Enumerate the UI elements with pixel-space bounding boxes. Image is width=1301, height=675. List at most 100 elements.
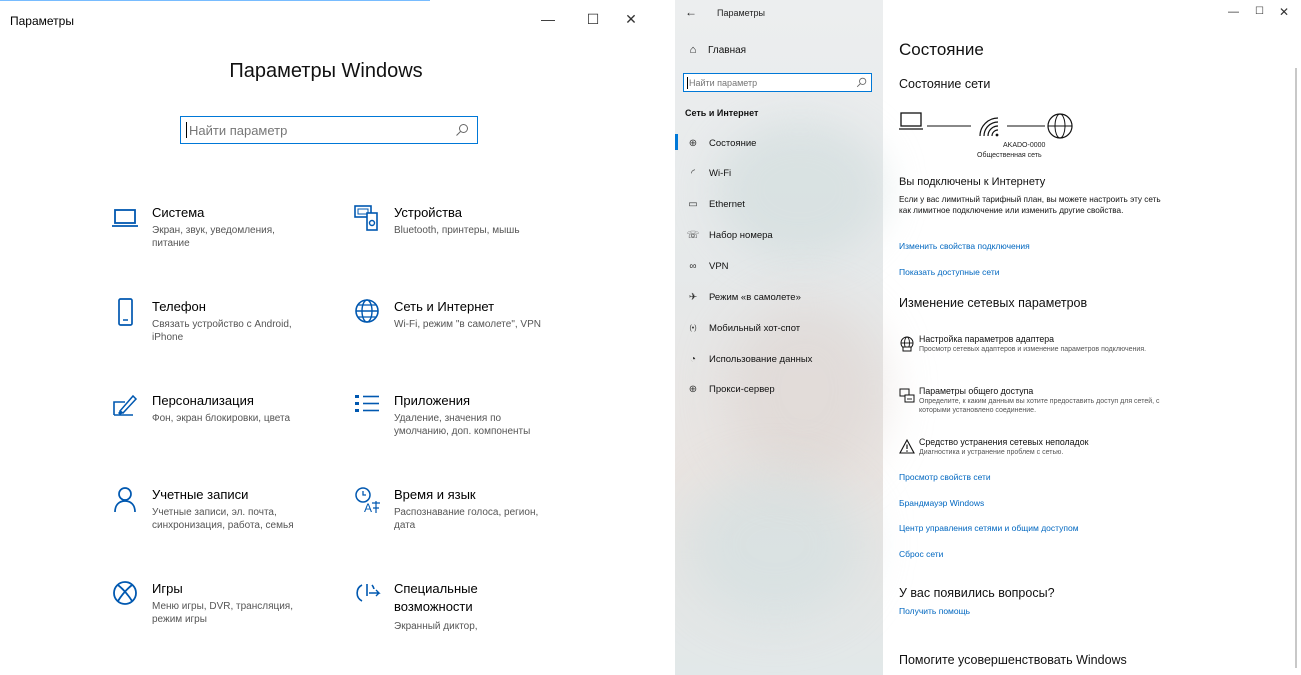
search-icon[interactable] [856,77,867,88]
sidebar-item-status[interactable]: ⊕ Состояние [675,130,883,156]
questions-heading: У вас появились вопросы? [899,586,1055,600]
tile-apps[interactable]: Приложения Удаление, значения по умолчан… [350,392,590,462]
search-box[interactable] [180,116,478,144]
tile-title: Телефон [152,299,206,314]
network-reset-link[interactable]: Сброс сети [899,549,943,559]
accessibility-icon [350,580,384,614]
sidebar-item-label: Набор номера [709,229,773,241]
search-icon[interactable] [455,123,469,137]
page-title: Параметры Windows [229,60,423,82]
page-title: Состояние [899,40,984,59]
window-top-border [0,0,430,1]
airplane-icon: ✈ [688,291,698,303]
person-icon [108,486,142,520]
connection-status-heading: Вы подключены к Интернету [899,176,1046,188]
tile-system[interactable]: Система Экран, звук, уведомления, питани… [108,204,348,274]
tile-description: Фон, экран блокировки, цвета [152,413,291,424]
network-sharing-center-link[interactable]: Центр управления сетями и общим доступом [899,523,1079,533]
wifi-signal-icon [979,117,999,137]
view-network-properties-link[interactable]: Просмотр свойств сети [899,472,991,482]
option-title: Настройка параметров адаптера [919,334,1055,344]
sidebar-search-box[interactable] [683,73,872,92]
option-title: Средство устранения сетевых неполадок [919,437,1089,447]
sidebar-item-wifi[interactable]: ◜ Wi-Fi [675,160,883,186]
maximize-button[interactable]: ☐ [578,8,608,30]
active-indicator [675,134,678,150]
tile-title: Специальные возможности [394,581,478,614]
sidebar-item-hotspot[interactable]: (•) Мобильный хот-спот [675,315,883,341]
section-heading: Состояние сети [899,77,991,91]
tile-description: Экранный диктор, [394,621,478,632]
network-type: Общественная сеть [977,152,1042,159]
tile-title: Система [152,205,205,220]
tile-description: Распознавание голоса, регион, дата [394,507,539,531]
sidebar-item-label: VPN [709,260,729,272]
tile-network[interactable]: Сеть и Интернет Wi-Fi, режим "в самолете… [350,298,590,368]
sidebar-item-label: Прокси-сервер [709,383,775,395]
tile-time-language[interactable]: A Время и язык Распознавание голоса, рег… [350,486,590,556]
sidebar-item-label: Состояние [709,137,757,149]
tile-gaming[interactable]: Игры Меню игры, DVR, трансляция, режим и… [108,580,348,650]
adapter-icon [900,336,914,352]
option-description: Диагностика и устранение проблем с сетью… [919,449,1064,456]
sidebar-item-dialup[interactable]: ☏ Набор номера [675,222,883,248]
sidebar-item-ethernet[interactable]: ▭ Ethernet [675,191,883,217]
tile-accessibility[interactable]: Специальные возможности Экранный диктор, [350,580,590,650]
maximize-button[interactable]: ☐ [1255,6,1264,17]
close-button[interactable]: ✕ [616,8,646,30]
tile-title: Время и язык [394,487,476,502]
sidebar-item-vpn[interactable]: ∞ VPN [675,253,883,279]
search-input[interactable] [189,122,449,139]
sidebar-item-data-usage[interactable]: ◔ Использование данных [675,346,883,372]
minimize-button[interactable]: — [533,8,563,30]
hotspot-icon: (•) [689,324,697,332]
sidebar-item-home[interactable]: ⌂ Главная [687,44,746,56]
ethernet-icon: ▭ [688,198,698,210]
tile-title: Приложения [394,393,471,408]
sharing-icon [899,388,915,403]
status-icon: ⊕ [688,137,698,149]
computer-icon [899,112,923,130]
text-caret [186,122,187,138]
option-description: Просмотр сетевых адаптеров и изменение п… [919,346,1147,353]
settings-home-window: Параметры — ☐ ✕ Параметры Windows Систем… [0,0,652,675]
window-title: Параметры [10,14,74,28]
brush-icon [108,392,142,426]
laptop-icon [108,204,142,238]
tile-devices[interactable]: Устройства Bluetooth, принтеры, мышь [350,204,590,274]
back-arrow-icon[interactable]: ← [685,5,697,19]
sidebar-item-airplane[interactable]: ✈ Режим «в самолете» [675,284,883,310]
close-button[interactable]: ✕ [1279,5,1289,19]
time-language-icon: A [350,486,384,520]
sidebar-item-label: Ethernet [709,198,745,210]
vpn-icon: ∞ [689,260,697,272]
tile-description: Wi-Fi, режим "в самолете", VPN [394,319,541,330]
globe-icon [350,298,384,332]
tile-phone[interactable]: Телефон Связать устройство с Android, iP… [108,298,348,368]
tile-personalization[interactable]: Персонализация Фон, экран блокировки, цв… [108,392,348,462]
tile-accounts[interactable]: Учетные записи Учетные записи, эл. почта… [108,486,348,556]
scrollbar[interactable] [1295,68,1297,668]
sidebar-item-label: Режим «в самолете» [709,291,801,303]
minimize-button[interactable]: — [1228,6,1239,18]
tile-description: Экран, звук, уведомления, питание [152,225,275,249]
sidebar: ← Параметры ⌂ Главная Сеть и Интернет ⊕ … [675,0,885,675]
sidebar-item-label: Wi-Fi [709,167,732,179]
network-status-window: ← Параметры ⌂ Главная Сеть и Интернет ⊕ … [675,0,1301,675]
svg-text:A: A [364,501,372,514]
show-available-networks-link[interactable]: Показать доступные сети [899,267,1000,277]
data-usage-icon: ◔ [689,353,697,365]
get-help-link[interactable]: Получить помощь [899,606,970,616]
warning-icon [899,439,915,454]
network-diagram [899,112,1073,139]
tile-description: Связать устройство с Android, iPhone [152,319,292,343]
sidebar-search-input[interactable] [689,76,849,90]
change-connection-properties-link[interactable]: Изменить свойства подключения [899,241,1030,251]
windows-firewall-link[interactable]: Брандмауэр Windows [899,498,984,508]
sidebar-item-proxy[interactable]: ⊕ Прокси-сервер [675,376,883,402]
tile-title: Персонализация [152,393,254,408]
tile-title: Сеть и Интернет [394,299,495,314]
tile-title: Учетные записи [152,487,249,502]
section-heading: Изменение сетевых параметров [899,296,1088,310]
sidebar-section-title: Сеть и Интернет [685,108,759,118]
